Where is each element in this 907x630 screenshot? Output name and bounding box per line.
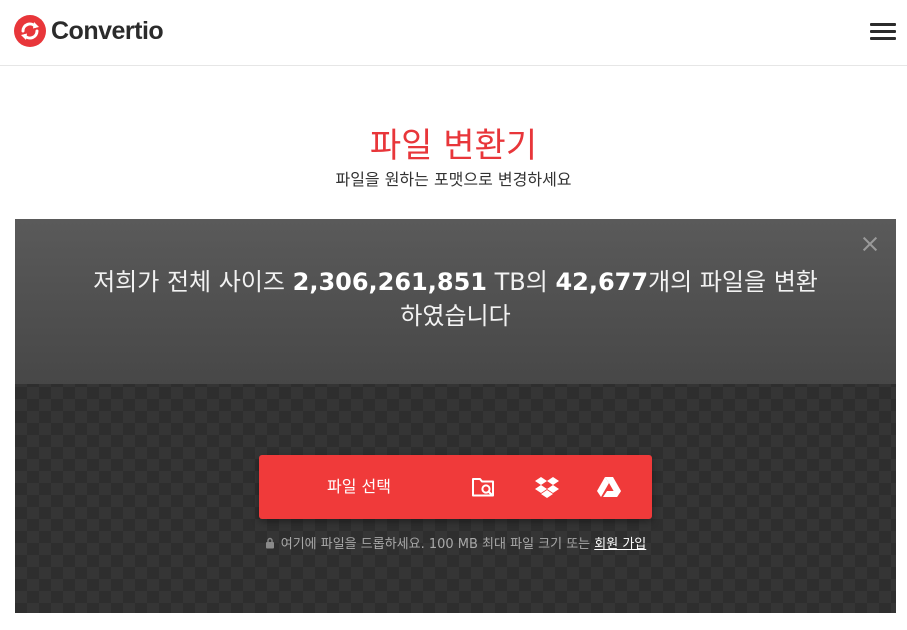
brand-name: Convertio — [51, 16, 164, 45]
page-title: 파일 변환기 — [369, 126, 538, 166]
logo-link[interactable]: Convertio — [14, 14, 164, 48]
folder-search-icon[interactable] — [471, 475, 497, 499]
close-icon[interactable] — [861, 235, 879, 253]
stats-text: 저희가 전체 사이즈 2,306,261,851 TB의 42,677개의 파일… — [75, 265, 836, 333]
convertio-logo-icon — [14, 15, 46, 47]
upload-panel: 저희가 전체 사이즈 2,306,261,851 TB의 42,677개의 파일… — [15, 219, 896, 613]
google-drive-icon[interactable] — [596, 475, 622, 499]
upload-note: 여기에 파일을 드롭하세요. 100 MB 최대 파일 크기 또는 회원 가입 — [15, 533, 896, 552]
choose-files-label: 파일 선택 — [327, 477, 391, 496]
site-header: Convertio — [0, 0, 907, 66]
page-subtitle: 파일을 원하는 포맷으로 변경하세요 — [335, 170, 572, 189]
upload-note-text: 여기에 파일을 드롭하세요. 100 MB 최대 파일 크기 또는 — [280, 537, 595, 552]
sign-up-link[interactable]: 회원 가입 — [594, 537, 646, 552]
stats-suffix-2: 하였습니다 — [400, 302, 511, 330]
stats-prefix: 저희가 전체 사이즈 — [93, 268, 293, 296]
stats-count: 42,677 — [555, 268, 649, 296]
stats-banner: 저희가 전체 사이즈 2,306,261,851 TB의 42,677개의 파일… — [15, 219, 896, 384]
dropbox-icon[interactable] — [534, 475, 560, 499]
lock-icon — [265, 537, 274, 549]
stats-suffix: 개의 파일을 변환 — [648, 268, 818, 296]
hamburger-menu-icon[interactable] — [870, 20, 897, 42]
stats-unit: TB의 — [486, 268, 556, 296]
stats-size: 2,306,261,851 — [292, 268, 487, 296]
choose-files-button[interactable]: 파일 선택 — [259, 455, 652, 519]
